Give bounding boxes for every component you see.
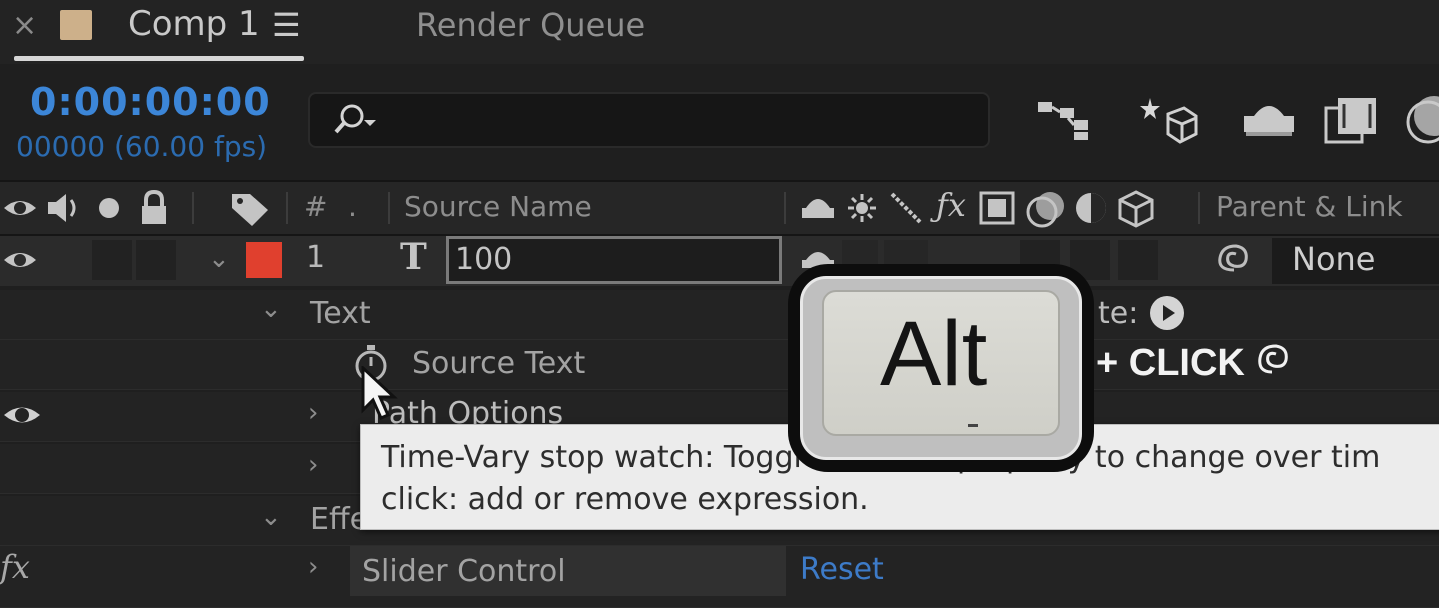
text-expand-chevron-icon[interactable]: ⌄ (260, 294, 282, 324)
motion-blur-switch-icon[interactable] (1024, 188, 1066, 228)
draft-3d-icon[interactable] (1136, 92, 1198, 148)
layer-label-color[interactable] (246, 242, 282, 278)
tooltip-line-2: click: add or remove expression. (381, 482, 869, 517)
slider-control-effect[interactable]: Slider Control (362, 554, 566, 589)
3d-layer-cube-icon[interactable] (1116, 188, 1156, 228)
composition-color-swatch (60, 10, 92, 40)
animate-play-icon[interactable] (1148, 294, 1186, 332)
text-property-group[interactable]: Text (310, 296, 371, 331)
panel-menu-icon[interactable]: ☰ (272, 6, 301, 44)
video-visibility-eye-icon[interactable] (2, 188, 38, 228)
source-text-property[interactable]: Source Text (412, 346, 585, 381)
reset-link[interactable]: Reset (800, 552, 884, 587)
layer-number: 1 (306, 240, 326, 275)
shy-switch-icon[interactable] (800, 188, 836, 228)
more-options-expand-chevron-icon[interactable]: › (308, 450, 318, 480)
search-icon[interactable] (328, 100, 384, 140)
lock-switch-cell[interactable] (136, 240, 176, 280)
column-separator (192, 192, 194, 224)
layer-name-field[interactable]: 100 (446, 236, 782, 284)
effect-fx-badge-icon[interactable]: fx (0, 548, 30, 586)
layer-visibility-eye-icon[interactable] (2, 244, 38, 276)
pick-whip-spiral-icon (1258, 344, 1288, 374)
layer-number-header[interactable]: # (304, 190, 327, 223)
effects-fx-icon[interactable]: ƒx (936, 186, 966, 224)
animate-label-partial: te: (1098, 296, 1139, 331)
property-visibility-eye-icon[interactable] (2, 398, 42, 432)
path-options-expand-chevron-icon[interactable]: › (308, 398, 318, 428)
mouse-cursor-icon (361, 366, 398, 420)
effects-expand-chevron-icon[interactable]: ⌄ (260, 502, 282, 532)
label-tag-icon[interactable] (228, 188, 272, 228)
tab-render-queue[interactable]: Render Queue (416, 6, 645, 44)
alt-key-mark (968, 424, 978, 427)
slider-control-expand-chevron-icon[interactable]: › (308, 552, 318, 582)
search-input[interactable] (308, 92, 990, 148)
adjustment-layer-icon[interactable] (1072, 188, 1110, 228)
frame-blending-icon[interactable] (1322, 92, 1384, 148)
plus-click-caption: + CLICK (1096, 342, 1245, 384)
tab-comp-1[interactable]: Comp 1 (128, 4, 260, 44)
parent-dropdown[interactable]: None (1272, 238, 1439, 284)
pick-whip-icon[interactable] (1212, 240, 1256, 280)
active-tab-indicator (14, 56, 304, 61)
audio-switch-cell[interactable] (92, 240, 132, 280)
audio-speaker-icon[interactable] (44, 188, 84, 228)
column-separator (1198, 192, 1200, 224)
shy-layers-icon[interactable] (1238, 92, 1300, 148)
close-tab-icon[interactable]: × (12, 8, 37, 43)
collapse-transformation-icon[interactable] (846, 188, 878, 228)
text-layer-type-icon: T (400, 236, 427, 278)
frame-count-display: 00000 (60.00 fps) (16, 130, 268, 163)
parent-link-header[interactable]: Parent & Link (1216, 190, 1403, 223)
property-row (0, 290, 1439, 340)
layer-3d-switch[interactable] (1118, 240, 1158, 280)
quality-slash-icon[interactable] (888, 188, 924, 228)
source-name-header[interactable]: Source Name (404, 190, 592, 223)
column-separator (286, 192, 288, 224)
frame-blend-switch-icon[interactable] (978, 188, 1016, 228)
alt-key-label: Alt (880, 303, 988, 405)
column-separator (388, 192, 390, 224)
solo-dot-icon[interactable] (94, 188, 124, 228)
motion-blur-icon[interactable] (1404, 92, 1439, 148)
current-time-display[interactable]: 0:00:00:00 (30, 80, 271, 124)
column-dot-header: . (348, 190, 357, 223)
lock-icon[interactable] (136, 188, 172, 228)
composition-flowchart-icon[interactable] (1034, 92, 1096, 148)
column-separator (784, 192, 786, 224)
layer-expand-chevron-icon[interactable]: ⌄ (208, 244, 230, 274)
